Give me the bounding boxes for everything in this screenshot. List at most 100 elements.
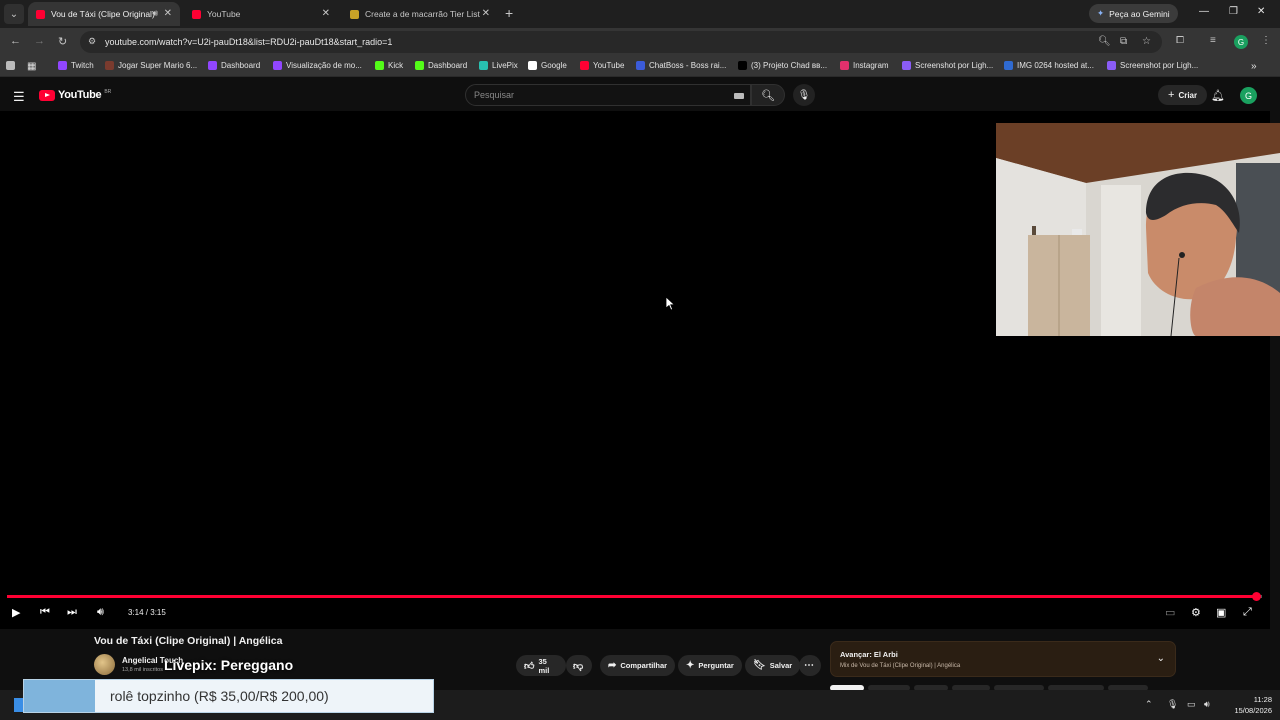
zoom-icon[interactable]: 🔍︎ [1098,36,1111,47]
chevron-down-icon[interactable]: ⌄ [1157,653,1165,664]
voice-search-button[interactable]: 🎙︎ [793,84,815,106]
bookmark-favicon-icon [273,61,282,70]
forward-arrow-icon[interactable]: → [34,35,45,47]
progress-bar[interactable] [7,592,1262,601]
bookmark-label: Screenshot por Ligh... [915,61,994,70]
site-info-icon[interactable]: ⚙︎ [88,36,96,47]
like-button[interactable]: 👍︎ 35 mil [516,655,566,676]
ask-button[interactable]: ✦ Perguntar [678,655,742,676]
youtube-account-avatar[interactable]: G [1240,87,1257,104]
close-icon[interactable]: ✕ [482,8,490,19]
bookmark-item[interactable]: Twitch [58,61,94,70]
tab-youtube[interactable]: YouTube ✕ [184,2,338,26]
extensions-icon[interactable]: ⧠ [1176,35,1184,46]
tray-chevron-up-icon[interactable]: ⌃ [1145,699,1153,710]
minimize-icon[interactable]: — [1199,6,1209,17]
tray-volume-icon[interactable]: 🔊︎ [1204,699,1210,710]
bookmark-item[interactable]: Jogar Super Mario 6... [105,61,197,70]
speaker-icon[interactable]: 🔊︎ [152,8,158,19]
bookmark-item[interactable]: IMG 0264 hosted at... [1004,61,1094,70]
reload-icon[interactable]: ↻ [58,35,67,48]
bookmark-item[interactable]: ChatBoss - Boss rai... [636,61,726,70]
bookmarks-bar: ▦ Twitch Jogar Super Mario 6... Dashboard V… [0,56,1280,77]
bookmark-favicon-icon [1107,61,1116,70]
bookmark-item[interactable]: Kick [375,61,403,70]
share-button[interactable]: ➦ Compartilhar [600,655,676,676]
scrubber-handle[interactable] [1251,592,1261,601]
sparkle-icon: ✦ [1097,8,1105,18]
bookmark-item[interactable]: (3) Projeto Chad вв... [738,61,827,70]
previous-icon[interactable]: ⏮︎ [40,606,50,619]
keyboard-icon[interactable] [734,93,744,99]
address-bar[interactable]: ⚙︎ youtube.com/watch?v=U2i-pauDt18&list=… [80,31,1162,53]
taskbar-clock[interactable]: 11:28 15/08/2026 [1222,694,1272,716]
bookmark-label: Kick [388,61,404,70]
dislike-button[interactable]: 👎︎ [566,655,592,676]
alert-badge [24,680,95,712]
window-close-icon[interactable]: ✕ [1257,6,1265,17]
create-label: Criar [1178,90,1198,100]
search-input[interactable] [474,90,714,100]
tab-title: Create a de macarrão Tier List [365,9,480,19]
mix-up-next-card[interactable]: Avançar: El Arbi Mix de Vou de Táxi (Cli… [830,641,1176,677]
bookmark-label: Twitch [71,61,94,70]
bookmark-star-icon[interactable]: ☆ [1142,36,1151,47]
settings-gear-icon[interactable]: ⚙︎ [1191,606,1201,619]
bookmark-item[interactable]: Dashboard [415,61,467,70]
back-arrow-icon[interactable]: ← [10,35,21,47]
youtube-logo[interactable]: YouTube BR [39,89,111,101]
clock-time: 11:28 [1253,695,1272,704]
media-controls-icon[interactable]: ≡ [1210,35,1216,46]
bookmark-item[interactable]: Instagram [840,61,889,70]
save-button[interactable]: 🔖︎ Salvar [745,655,801,676]
miniplayer-icon[interactable]: ▭ [1165,606,1175,619]
apps-icon[interactable] [6,61,15,70]
restore-icon[interactable]: ❐ [1229,6,1238,17]
bookmark-icon: 🔖︎ [753,660,766,671]
browser-menu-icon[interactable]: ⋮ [1261,35,1271,46]
tray-display-icon[interactable]: ▭ [1187,699,1196,710]
clock-date: 15/08/2026 [1234,706,1272,715]
next-icon[interactable]: ⏭︎ [67,606,77,619]
fullscreen-icon[interactable]: ⤢ [1243,606,1252,619]
bookmark-item[interactable]: Google [528,61,567,70]
gemini-label: Peça ao Gemini [1109,8,1170,19]
browser-profile-avatar[interactable]: G [1234,35,1248,49]
theater-mode-icon[interactable]: ▣ [1216,606,1226,619]
volume-icon[interactable]: 🔊︎ [97,606,104,619]
bookmark-item[interactable]: LivePix [479,61,518,70]
new-tab-plus-icon[interactable]: + [505,5,513,21]
time-display: 3:14 / 3:15 [128,608,166,617]
search-icon: 🔍︎ [761,89,775,102]
video-player[interactable]: ▶ ⏮︎ ⏭︎ 🔊︎ 3:14 / 3:15 ▭ ⚙︎ ▣ ⤢ [0,111,1280,629]
tab-search-button[interactable]: ⌄ [4,4,24,24]
tray-microphone-icon[interactable]: 🎙︎ [1167,699,1178,710]
mix-subtitle: Mix de Vou de Táxi (Clipe Original) | An… [840,663,961,669]
bookmark-item[interactable]: Visualização de mo... [273,61,362,70]
bookmark-item[interactable]: YouTube [580,61,624,70]
gemini-button[interactable]: ✦ Peça ao Gemini [1089,4,1178,23]
bookmark-favicon-icon [580,61,589,70]
more-bookmarks-icon[interactable]: » [1251,61,1257,72]
grid-icon[interactable]: ▦ [27,61,36,72]
close-icon[interactable]: ✕ [164,8,172,19]
more-actions-button[interactable]: ⋯ [799,655,821,676]
bookmark-favicon-icon [840,61,849,70]
search-button[interactable]: 🔍︎ [751,84,785,106]
bookmark-label: Jogar Super Mario 6... [118,61,198,70]
bookmark-label: Visualização de mo... [286,61,362,70]
bookmark-label: ChatBoss - Boss rai... [649,61,727,70]
tab-vou-de-taxi[interactable]: Vou de Táxi (Clipe Original) 🔊︎ ✕ [28,2,180,26]
plus-icon: + [1168,89,1175,101]
play-icon[interactable]: ▶ [12,606,20,619]
tab-tier-list[interactable]: Create a de macarrão Tier List ✕ [342,2,498,26]
notifications-bell-icon[interactable]: 🔔︎ [1211,89,1225,102]
channel-avatar[interactable] [94,654,115,675]
create-button[interactable]: + Criar [1158,85,1208,105]
bookmark-item[interactable]: Screenshot por Ligh... [902,61,993,70]
install-app-icon[interactable]: ⧉ [1120,36,1127,47]
bookmark-item[interactable]: Screenshot por Ligh... [1107,61,1198,70]
close-icon[interactable]: ✕ [322,8,330,19]
hamburger-menu-icon[interactable]: ☰ [13,89,25,105]
bookmark-item[interactable]: Dashboard [208,61,260,70]
